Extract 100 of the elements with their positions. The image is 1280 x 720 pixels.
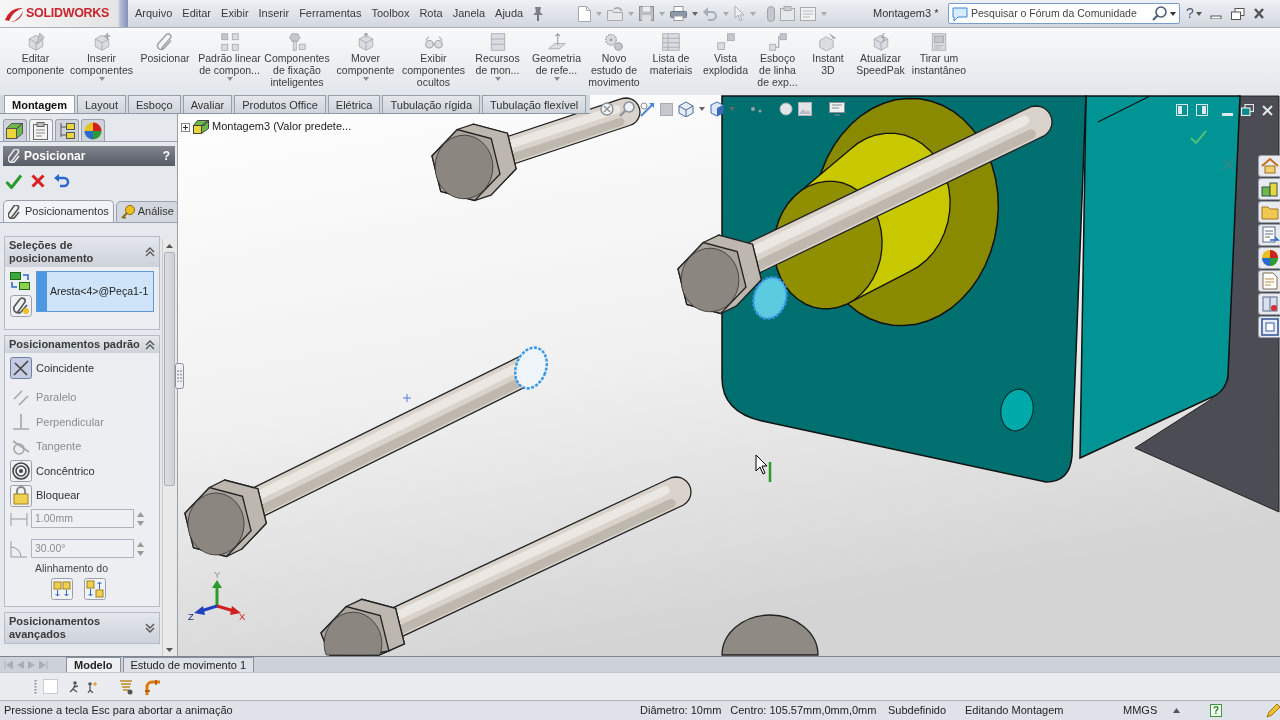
toolbar-button[interactable]: Instant 3D — [803, 28, 853, 94]
pushpin-icon[interactable] — [532, 6, 545, 21]
task-pane-tab[interactable] — [1258, 270, 1280, 292]
check-icon[interactable] — [5, 173, 22, 189]
menu-item[interactable]: Exibir — [216, 4, 254, 23]
selection-item[interactable]: Aresta<4>@Peça1-1 — [50, 285, 149, 298]
dots-icon[interactable] — [750, 104, 764, 114]
double-chevron-up-icon[interactable] — [145, 339, 155, 350]
task-pane-tab[interactable] — [1258, 155, 1280, 177]
menu-item[interactable]: Arquivo — [130, 4, 178, 23]
toolbar-button[interactable]: Vista explodida — [699, 28, 752, 94]
menu-item[interactable]: Ferramentas — [294, 4, 367, 23]
cube-outline-icon[interactable] — [678, 101, 694, 117]
aligned-boxes-icon[interactable] — [51, 577, 73, 600]
list-window-icon[interactable] — [800, 6, 816, 21]
splitter-handle-icon[interactable] — [175, 363, 184, 389]
tab[interactable]: Produtos Office — [234, 95, 326, 113]
tab[interactable]: Tubulação flexível — [482, 95, 587, 113]
toolbar-button[interactable]: Mover componente — [331, 28, 400, 94]
running-figure-icon[interactable] — [68, 680, 80, 693]
circle-x-icon[interactable] — [600, 102, 614, 116]
toolbar-button[interactable]: Esboço de linha de exp... — [752, 28, 803, 94]
double-chevron-up-icon[interactable] — [145, 247, 155, 257]
opposed-boxes-icon[interactable] — [84, 577, 106, 600]
printer-icon[interactable] — [670, 6, 687, 21]
task-pane-tab[interactable] — [1258, 247, 1280, 269]
swap-boxes-icon[interactable] — [10, 271, 30, 291]
task-pane-tab[interactable] — [1258, 316, 1280, 338]
menu-item[interactable]: Rota — [414, 4, 448, 23]
toolbar-button[interactable]: Posicionar — [134, 28, 196, 94]
toolbar-button[interactable]: Geometria de refe... — [528, 28, 585, 94]
dropdown-caret-icon[interactable] — [1195, 11, 1202, 16]
selection-list-field[interactable]: Aresta<4>@Peça1-1 — [36, 271, 154, 312]
tab[interactable]: Layout — [77, 95, 127, 113]
menu-item[interactable]: Editar — [177, 4, 217, 23]
square-icon[interactable] — [660, 102, 673, 116]
mate-option[interactable]: Coincidente — [10, 356, 150, 381]
pointer-icon[interactable] — [734, 6, 745, 21]
panel-tab[interactable] — [81, 119, 105, 141]
task-pane-tab[interactable] — [1258, 224, 1280, 246]
task-pane-tab[interactable] — [1258, 201, 1280, 223]
help-button[interactable]: ? — [162, 148, 170, 164]
stacked-lines-icon[interactable] — [118, 678, 134, 695]
tile-left-icon[interactable] — [1176, 104, 1188, 116]
clipboard-icon[interactable] — [780, 6, 795, 21]
search-icon[interactable] — [1152, 6, 1167, 21]
close-icon[interactable] — [1253, 8, 1264, 19]
monitor-icon[interactable] — [829, 102, 845, 116]
tab[interactable]: Esboço — [128, 95, 181, 113]
minimize-icon[interactable] — [1222, 112, 1233, 116]
tab[interactable]: Elétrica — [327, 95, 381, 113]
caret-up-icon[interactable] — [1173, 708, 1180, 713]
toolbar-button[interactable]: Padrão linear de compon... — [196, 28, 263, 94]
help-button[interactable]: ? — [1180, 5, 1196, 22]
spinner-icon[interactable] — [137, 510, 144, 527]
tree-item[interactable]: Montagem3 (Valor predete... — [212, 120, 352, 134]
restore-icon[interactable] — [1230, 7, 1245, 20]
units-label[interactable]: MMGS — [1123, 703, 1158, 716]
tab[interactable]: Tubulação rígida — [382, 95, 481, 113]
figure-star-icon[interactable] — [86, 680, 98, 693]
scroll-down-arrow-icon[interactable] — [166, 648, 173, 652]
expand-plus-icon[interactable] — [181, 122, 190, 132]
mate-option[interactable]: Concêntrico — [10, 459, 150, 484]
toolbar-button[interactable]: Novo estudo de movimento — [585, 28, 643, 94]
scroll-thumb[interactable] — [164, 252, 175, 486]
help-button[interactable]: ? — [1210, 704, 1223, 717]
toolbar-button[interactable]: Inserir componentes — [69, 28, 134, 94]
capsule-icon[interactable] — [767, 5, 775, 22]
curved-arrow-icon[interactable] — [54, 174, 70, 188]
paperclip-icon[interactable] — [10, 295, 32, 317]
scroll-up-arrow-icon[interactable] — [166, 244, 173, 248]
task-pane-tab[interactable] — [1258, 293, 1280, 315]
mate-option[interactable]: Bloquear — [10, 483, 150, 508]
toolbar-button[interactable]: Exibir componentes ocultos — [400, 28, 467, 94]
pencil-icon[interactable] — [1266, 703, 1280, 718]
tab[interactable]: Posicionamentos — [3, 200, 114, 222]
tile-right-icon[interactable] — [1196, 104, 1208, 116]
dropdown-caret-icon[interactable] — [1170, 11, 1176, 16]
task-pane-tab[interactable] — [1258, 178, 1280, 200]
panel-tab[interactable] — [55, 119, 79, 141]
tab[interactable]: Análise — [115, 201, 177, 222]
toolbar-button[interactable]: Tirar um instantâneo — [908, 28, 970, 94]
search-field[interactable]: Pesquisar o Fórum da Comunidade — [948, 3, 1180, 24]
circle-icon[interactable] — [779, 102, 793, 116]
tab[interactable]: Montagem — [4, 95, 75, 113]
folder-arrow-icon[interactable] — [607, 6, 623, 21]
menu-item[interactable]: Inserir — [253, 4, 295, 23]
dropdown-caret-icon[interactable] — [699, 107, 705, 111]
blank-page-icon[interactable] — [578, 5, 591, 22]
magnifier-icon[interactable] — [619, 101, 635, 117]
double-chevron-down-icon[interactable] — [145, 622, 155, 633]
spinner-icon[interactable] — [137, 540, 144, 557]
panel-tab[interactable] — [3, 119, 27, 141]
toolbar-button[interactable]: Recursos de mon... — [467, 28, 528, 94]
panel-tab[interactable] — [29, 119, 53, 141]
menu-item[interactable]: Toolbox — [366, 4, 415, 23]
arrow-circle-icon[interactable] — [640, 101, 655, 117]
restore-icon[interactable] — [1241, 104, 1254, 116]
elbow-pipe-icon[interactable] — [144, 678, 160, 695]
curved-arrow-icon[interactable] — [703, 6, 718, 21]
